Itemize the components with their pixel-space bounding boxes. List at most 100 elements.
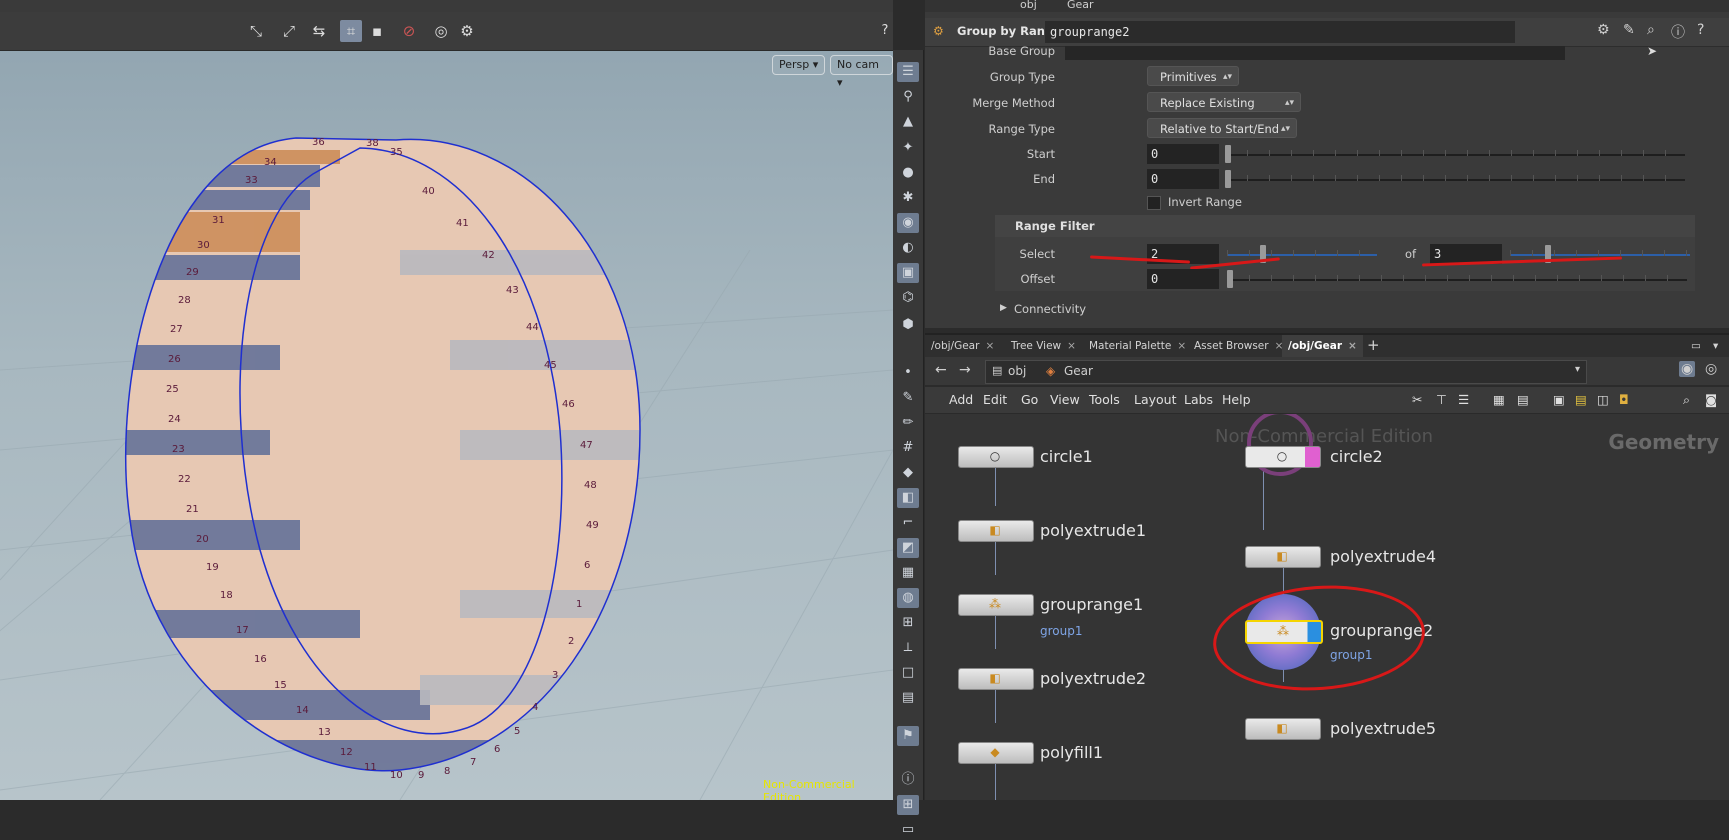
background-icon[interactable]: ◫ (1597, 392, 1609, 407)
tab-asset-browser[interactable]: Asset Browser × (1188, 335, 1289, 357)
node-polyextrude4[interactable]: ◧ (1245, 546, 1321, 568)
menu-view[interactable]: View (1050, 392, 1080, 407)
path-dropdown-icon[interactable]: ▾ (1575, 364, 1580, 375)
base-group-field[interactable] (1065, 46, 1565, 60)
back-arrow-icon[interactable]: ← (935, 362, 947, 378)
camera-icon[interactable]: ◙ (1705, 392, 1717, 407)
node-circle2[interactable]: ○ (1245, 446, 1321, 468)
number-icon[interactable]: # (897, 438, 919, 458)
note-icon[interactable]: ▤ (1575, 392, 1587, 407)
end-slider-knob[interactable] (1225, 170, 1231, 188)
square-icon[interactable]: □ (897, 663, 919, 683)
node-polyfill1[interactable]: ◆ (958, 742, 1034, 764)
group-type-dropdown[interactable]: Primitives ▴▾ (1147, 66, 1239, 86)
menu-labs[interactable]: Labs (1184, 392, 1213, 407)
link-icon[interactable]: ◎ (1705, 361, 1717, 377)
select-tool-icon[interactable]: ⤡ (245, 20, 267, 42)
search-icon[interactable]: ⌕ (1647, 22, 1655, 38)
list-icon[interactable]: ☰ (1458, 392, 1469, 407)
close-icon[interactable]: × (985, 340, 994, 352)
tab-tree-view[interactable]: Tree View × (1005, 335, 1082, 357)
shade-icon[interactable]: ◩ (897, 538, 919, 558)
node-grouprange1[interactable]: ⁂ (958, 594, 1034, 616)
snapshot-icon[interactable]: ▭ (897, 820, 919, 840)
menu-go[interactable]: Go (1021, 392, 1038, 407)
forward-arrow-icon[interactable]: → (959, 362, 971, 378)
node-polyextrude5[interactable]: ◧ (1245, 718, 1321, 740)
maximize-icon[interactable]: ▭ (1685, 335, 1707, 357)
node-label-circle2[interactable]: circle2 (1330, 447, 1383, 466)
corner-icon[interactable]: ⌐ (897, 513, 919, 533)
help-icon[interactable]: ? (1697, 22, 1704, 38)
box-icon[interactable]: ◧ (897, 488, 919, 508)
path-obj[interactable]: obj (1020, 0, 1037, 11)
rotate-tool-icon[interactable]: ⇆ (308, 20, 330, 42)
pen-icon[interactable]: ✏ (897, 413, 919, 433)
menu-edit[interactable]: Edit (983, 392, 1007, 407)
add-tab-icon[interactable]: + (1361, 335, 1386, 357)
node-polyextrude2[interactable]: ◧ (958, 668, 1034, 690)
point-icon[interactable]: • (897, 363, 919, 383)
brush-icon[interactable]: ✎ (897, 388, 919, 408)
paint-icon[interactable]: ◆ (897, 463, 919, 483)
close-icon[interactable]: × (1177, 340, 1186, 352)
image-icon[interactable]: ▤ (897, 688, 919, 708)
search-icon[interactable]: ⌕ (1683, 392, 1690, 408)
info-icon[interactable]: ⓘ (897, 770, 919, 790)
axis-icon[interactable]: ⟂ (897, 638, 919, 658)
range-filter-header[interactable]: Range Filter (995, 215, 1695, 237)
path-node[interactable]: Gear (1064, 364, 1093, 378)
camera-icon[interactable]: ◎ (430, 20, 452, 42)
node-label-polyfill1[interactable]: polyfill1 (1040, 743, 1103, 762)
invert-range-checkbox[interactable] (1147, 196, 1161, 210)
globe-icon[interactable]: ◍ (897, 588, 919, 608)
texture-icon[interactable]: ▦ (897, 563, 919, 583)
offset-slider-knob[interactable] (1227, 270, 1233, 288)
path-field[interactable]: ▤ obj ◈ Gear ▾ (985, 360, 1587, 384)
light-icon[interactable]: ✱ (897, 188, 919, 208)
menu-add[interactable]: Add (949, 392, 973, 407)
end-field[interactable]: 0 (1147, 169, 1219, 189)
record-icon[interactable]: ⊘ (398, 20, 420, 42)
grid-view-icon[interactable]: ▦ (1493, 392, 1505, 407)
snap-tool-icon[interactable]: ⌗ (340, 20, 362, 42)
table-icon[interactable]: ▤ (1517, 392, 1529, 407)
display-icon[interactable]: ⬢ (897, 315, 919, 335)
tab-obj-gear-active[interactable]: /obj/Gear × (1282, 335, 1363, 357)
tab-obj-gear-1[interactable]: /obj/Gear × (925, 335, 1000, 357)
move-tool-icon[interactable]: ⤢ (278, 20, 300, 42)
info-icon[interactable]: ⓘ (1671, 22, 1685, 42)
group-icon[interactable]: ⌬ (897, 288, 919, 308)
gear-settings-icon[interactable]: ⚙ (1597, 22, 1610, 38)
node-label-circle1[interactable]: circle1 (1040, 447, 1093, 466)
node-label-grouprange1[interactable]: grouprange1 (1040, 595, 1143, 614)
range-type-dropdown[interactable]: Relative to Start/End ▴▾ (1147, 118, 1297, 138)
settings-icon[interactable]: ⚙ (456, 20, 478, 42)
menu-help[interactable]: Help (1222, 392, 1251, 407)
palette-icon[interactable]: ◘ (1619, 392, 1629, 407)
node-label-polyextrude1[interactable]: polyextrude1 (1040, 521, 1146, 540)
pin-icon[interactable]: ⚑ (897, 726, 919, 746)
node-label-polyextrude4[interactable]: polyextrude4 (1330, 547, 1436, 566)
tree-icon[interactable]: ⊤ (1436, 392, 1447, 407)
arrow-select-icon[interactable]: ➤ (1647, 44, 1657, 58)
merge-method-dropdown[interactable]: Replace Existing ▴▾ (1147, 92, 1301, 112)
node-label-polyextrude5[interactable]: polyextrude5 (1330, 719, 1436, 738)
pin-icon[interactable]: ◉ (1679, 361, 1696, 377)
persp-menu-button[interactable]: Persp ▾ (772, 55, 826, 75)
connectivity-label[interactable]: Connectivity (1014, 302, 1086, 316)
offset-field[interactable]: 0 (1147, 269, 1219, 289)
close-icon[interactable]: × (1067, 340, 1076, 352)
start-field[interactable]: 0 (1147, 144, 1219, 164)
start-slider-knob[interactable] (1225, 145, 1231, 163)
scene-viewport[interactable]: ⤡ ⤢ ⇆ ⌗ ▪ ⊘ ◎ ⚙ ? Persp ▾ No cam ▾ 36 38… (0, 0, 893, 800)
tab-material-palette[interactable]: Material Palette × (1083, 335, 1192, 357)
layout-icon[interactable]: ⊞ (897, 795, 919, 815)
path-obj[interactable]: obj (1008, 364, 1026, 378)
display-option-icon[interactable]: ▪ (366, 20, 388, 42)
grid-icon[interactable]: ⊞ (897, 613, 919, 633)
pane-menu-icon[interactable]: ▾ (1707, 335, 1724, 357)
path-node[interactable]: Gear (1067, 0, 1094, 11)
help-icon[interactable]: ? (874, 20, 893, 42)
brush-settings-icon[interactable]: ✎ (1623, 22, 1635, 38)
